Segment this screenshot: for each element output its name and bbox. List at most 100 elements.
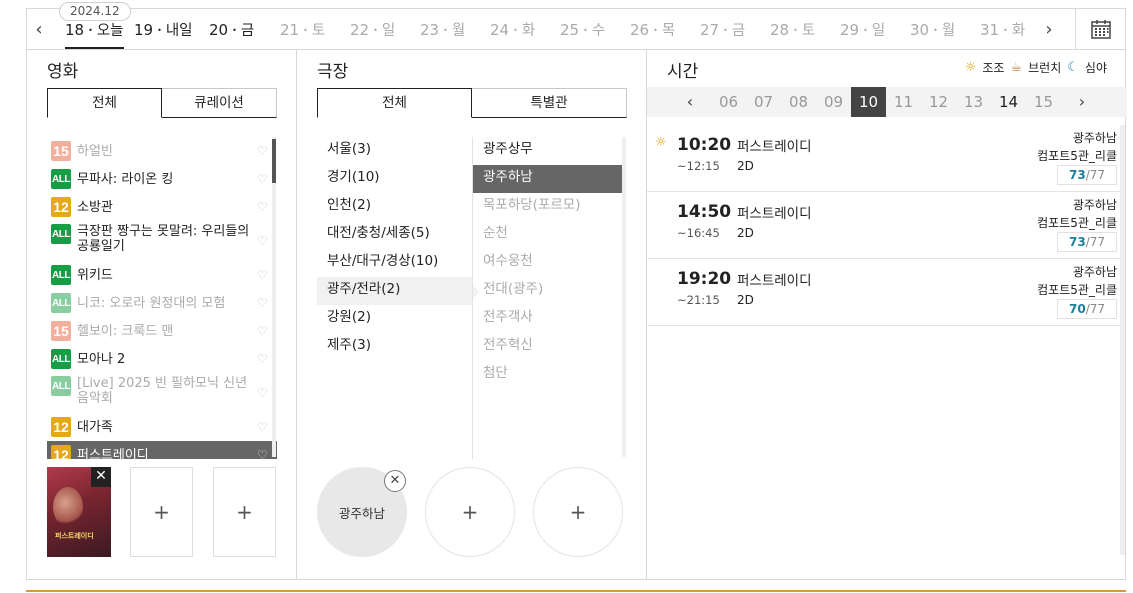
theater-panel: 극장 전체 특별관 서울(3) 경기(10) 인천(2) 대전/충청/세종(5) 부산/… bbox=[297, 49, 647, 580]
date-item[interactable]: 28 • 토 bbox=[770, 9, 815, 49]
showtime-row[interactable]: 19:20 ~21:15 퍼스트레이디 2D 광주하남 컴포트5관_리클 70/77 bbox=[647, 259, 1123, 326]
hour-item[interactable]: 10 bbox=[851, 87, 886, 117]
date-weekday: 화 bbox=[1011, 23, 1026, 39]
date-separator: • bbox=[933, 26, 938, 35]
date-item[interactable]: 27 • 금 bbox=[700, 9, 745, 49]
theater-item[interactable]: 전주객사 bbox=[473, 305, 622, 333]
date-item[interactable]: 24 • 화 bbox=[490, 9, 535, 49]
seats-total: /77 bbox=[1085, 302, 1105, 316]
heart-icon[interactable]: ♡ bbox=[257, 235, 269, 247]
date-weekday: 일 bbox=[871, 23, 886, 39]
heart-icon[interactable]: ♡ bbox=[257, 387, 269, 399]
movie-list-scrollbar[interactable] bbox=[272, 137, 276, 457]
hour-item[interactable]: 12 bbox=[921, 87, 956, 117]
show-end-time: ~12:15 bbox=[677, 159, 720, 173]
hour-item[interactable]: 11 bbox=[886, 87, 921, 117]
theater-item[interactable]: 광주상무 bbox=[473, 137, 622, 165]
heart-icon[interactable]: ♡ bbox=[257, 449, 269, 459]
date-item[interactable]: 19 • 내일 bbox=[134, 9, 193, 49]
add-movie-slot[interactable]: + bbox=[213, 467, 276, 557]
date-item[interactable]: 29 • 일 bbox=[840, 9, 885, 49]
hour-item[interactable]: 07 bbox=[746, 87, 781, 117]
theater-item[interactable]: 전대(광주) bbox=[473, 277, 622, 305]
hour-item[interactable]: 14 bbox=[991, 87, 1026, 117]
heart-icon[interactable]: ♡ bbox=[257, 325, 269, 337]
add-theater-slot[interactable]: + bbox=[425, 467, 515, 557]
close-icon[interactable]: ✕ bbox=[91, 467, 111, 487]
heart-icon[interactable]: ♡ bbox=[257, 421, 269, 433]
date-weekday: 내일 bbox=[165, 23, 193, 39]
date-item[interactable]: 25 • 수 bbox=[560, 9, 605, 49]
heart-icon[interactable]: ♡ bbox=[257, 297, 269, 309]
showtime-row[interactable]: ☼ 10:20 ~12:15 퍼스트레이디 2D 광주하남 컴포트5관_리클 73/77 bbox=[647, 125, 1123, 192]
footer-divider bbox=[26, 590, 1126, 592]
region-item[interactable]: 서울(3) bbox=[317, 137, 472, 165]
heart-icon[interactable]: ♡ bbox=[257, 201, 269, 213]
movie-item[interactable]: ALL 모아나 2 ♡ bbox=[47, 345, 277, 373]
date-item[interactable]: 30 • 월 bbox=[910, 9, 955, 49]
region-item[interactable]: 제주(3) bbox=[317, 333, 472, 361]
date-item[interactable]: 22 • 일 bbox=[350, 9, 395, 49]
scroll-thumb[interactable] bbox=[272, 139, 276, 183]
movie-item[interactable]: 15 하얼빈 ♡ bbox=[47, 137, 277, 165]
showtime-row[interactable]: 14:50 ~16:45 퍼스트레이디 2D 광주하남 컴포트5관_리클 73/77 bbox=[647, 192, 1123, 259]
tab-curation[interactable]: 큐레이션 bbox=[162, 88, 277, 118]
movie-item[interactable]: 15 헬보이: 크룩드 맨 ♡ bbox=[47, 317, 277, 345]
date-item[interactable]: 21 • 토 bbox=[280, 9, 325, 49]
movie-item[interactable]: ALL 위키드 ♡ bbox=[47, 261, 277, 289]
showtime-list: ☼ 10:20 ~12:15 퍼스트레이디 2D 광주하남 컴포트5관_리클 73/77 14:… bbox=[647, 125, 1123, 326]
age-rating-badge: 12 bbox=[51, 445, 71, 459]
theater-item[interactable]: 순천 bbox=[473, 221, 622, 249]
add-theater-slot[interactable]: + bbox=[533, 467, 623, 557]
hour-item[interactable]: 06 bbox=[711, 87, 746, 117]
theater-list-scrollbar[interactable] bbox=[622, 137, 626, 457]
hour-item[interactable]: 15 bbox=[1026, 87, 1061, 117]
show-location: 광주하남 컴포트5관_리클 bbox=[1037, 196, 1117, 232]
date-item[interactable]: 31 • 화 bbox=[980, 9, 1025, 49]
hour-item[interactable]: 08 bbox=[781, 87, 816, 117]
movie-title: 무파사: 라이온 킹 bbox=[77, 171, 174, 187]
region-item[interactable]: 인천(2) bbox=[317, 193, 472, 221]
add-movie-slot[interactable]: + bbox=[130, 467, 193, 557]
heart-icon[interactable]: ♡ bbox=[257, 269, 269, 281]
region-item[interactable]: 부산/대구/경상(10) bbox=[317, 249, 472, 277]
theater-item[interactable]: 광주하남 bbox=[473, 165, 622, 193]
date-number: 24 bbox=[490, 21, 510, 39]
hour-item[interactable]: 13 bbox=[956, 87, 991, 117]
region-item[interactable]: 경기(10) bbox=[317, 165, 472, 193]
region-item[interactable]: 강원(2) bbox=[317, 305, 472, 333]
chevron-right-icon[interactable]: › bbox=[1037, 9, 1061, 49]
heart-icon[interactable]: ♡ bbox=[257, 145, 269, 157]
region-item[interactable]: 광주/전라(2) bbox=[317, 277, 480, 305]
theater-item[interactable]: 첨단 bbox=[473, 361, 622, 389]
tab-all-movies[interactable]: 전체 bbox=[47, 88, 162, 118]
chevron-left-icon[interactable]: ‹ bbox=[27, 9, 51, 49]
date-item[interactable]: 20 • 금 bbox=[209, 9, 254, 49]
movie-item[interactable]: ALL 극장판 짱구는 못말려: 우리들의 공룡일기 ♡ bbox=[47, 221, 277, 261]
selected-theater-slot[interactable]: 광주하남 ✕ bbox=[317, 467, 407, 557]
tab-all-theaters[interactable]: 전체 bbox=[317, 88, 472, 118]
movie-item[interactable]: 12 대가족 ♡ bbox=[47, 413, 277, 441]
date-number: 26 bbox=[630, 21, 650, 39]
showtime-scrollbar[interactable] bbox=[1120, 125, 1125, 555]
theater-item[interactable]: 전주혁신 bbox=[473, 333, 622, 361]
movie-item[interactable]: ALL 니코: 오로라 원정대의 모험 ♡ bbox=[47, 289, 277, 317]
hour-item[interactable]: 09 bbox=[816, 87, 851, 117]
region-item[interactable]: 대전/충청/세종(5) bbox=[317, 221, 472, 249]
calendar-icon[interactable] bbox=[1075, 9, 1125, 49]
movie-title: 극장판 짱구는 못말려: 우리들의 공룡일기 bbox=[77, 224, 250, 254]
theater-item[interactable]: 목포하당(포르모) bbox=[473, 193, 622, 221]
movie-item[interactable]: 12 퍼스트레이디 ♡ bbox=[47, 441, 277, 459]
close-icon[interactable]: ✕ bbox=[384, 470, 406, 492]
tab-special-theaters[interactable]: 특별관 bbox=[472, 88, 627, 118]
theater-item[interactable]: 여수웅천 bbox=[473, 249, 622, 277]
heart-icon[interactable]: ♡ bbox=[257, 353, 269, 365]
chevron-left-icon[interactable]: ‹ bbox=[675, 87, 705, 117]
chevron-right-icon[interactable]: › bbox=[1067, 87, 1097, 117]
movie-item[interactable]: 12 소방관 ♡ bbox=[47, 193, 277, 221]
movie-item[interactable]: ALL 무파사: 라이온 킹 ♡ bbox=[47, 165, 277, 193]
date-item[interactable]: 26 • 목 bbox=[630, 9, 675, 49]
movie-item[interactable]: ALL [Live] 2025 빈 필하모닉 신년 음악회 ♡ bbox=[47, 373, 277, 413]
date-item[interactable]: 23 • 월 bbox=[420, 9, 465, 49]
heart-icon[interactable]: ♡ bbox=[257, 173, 269, 185]
